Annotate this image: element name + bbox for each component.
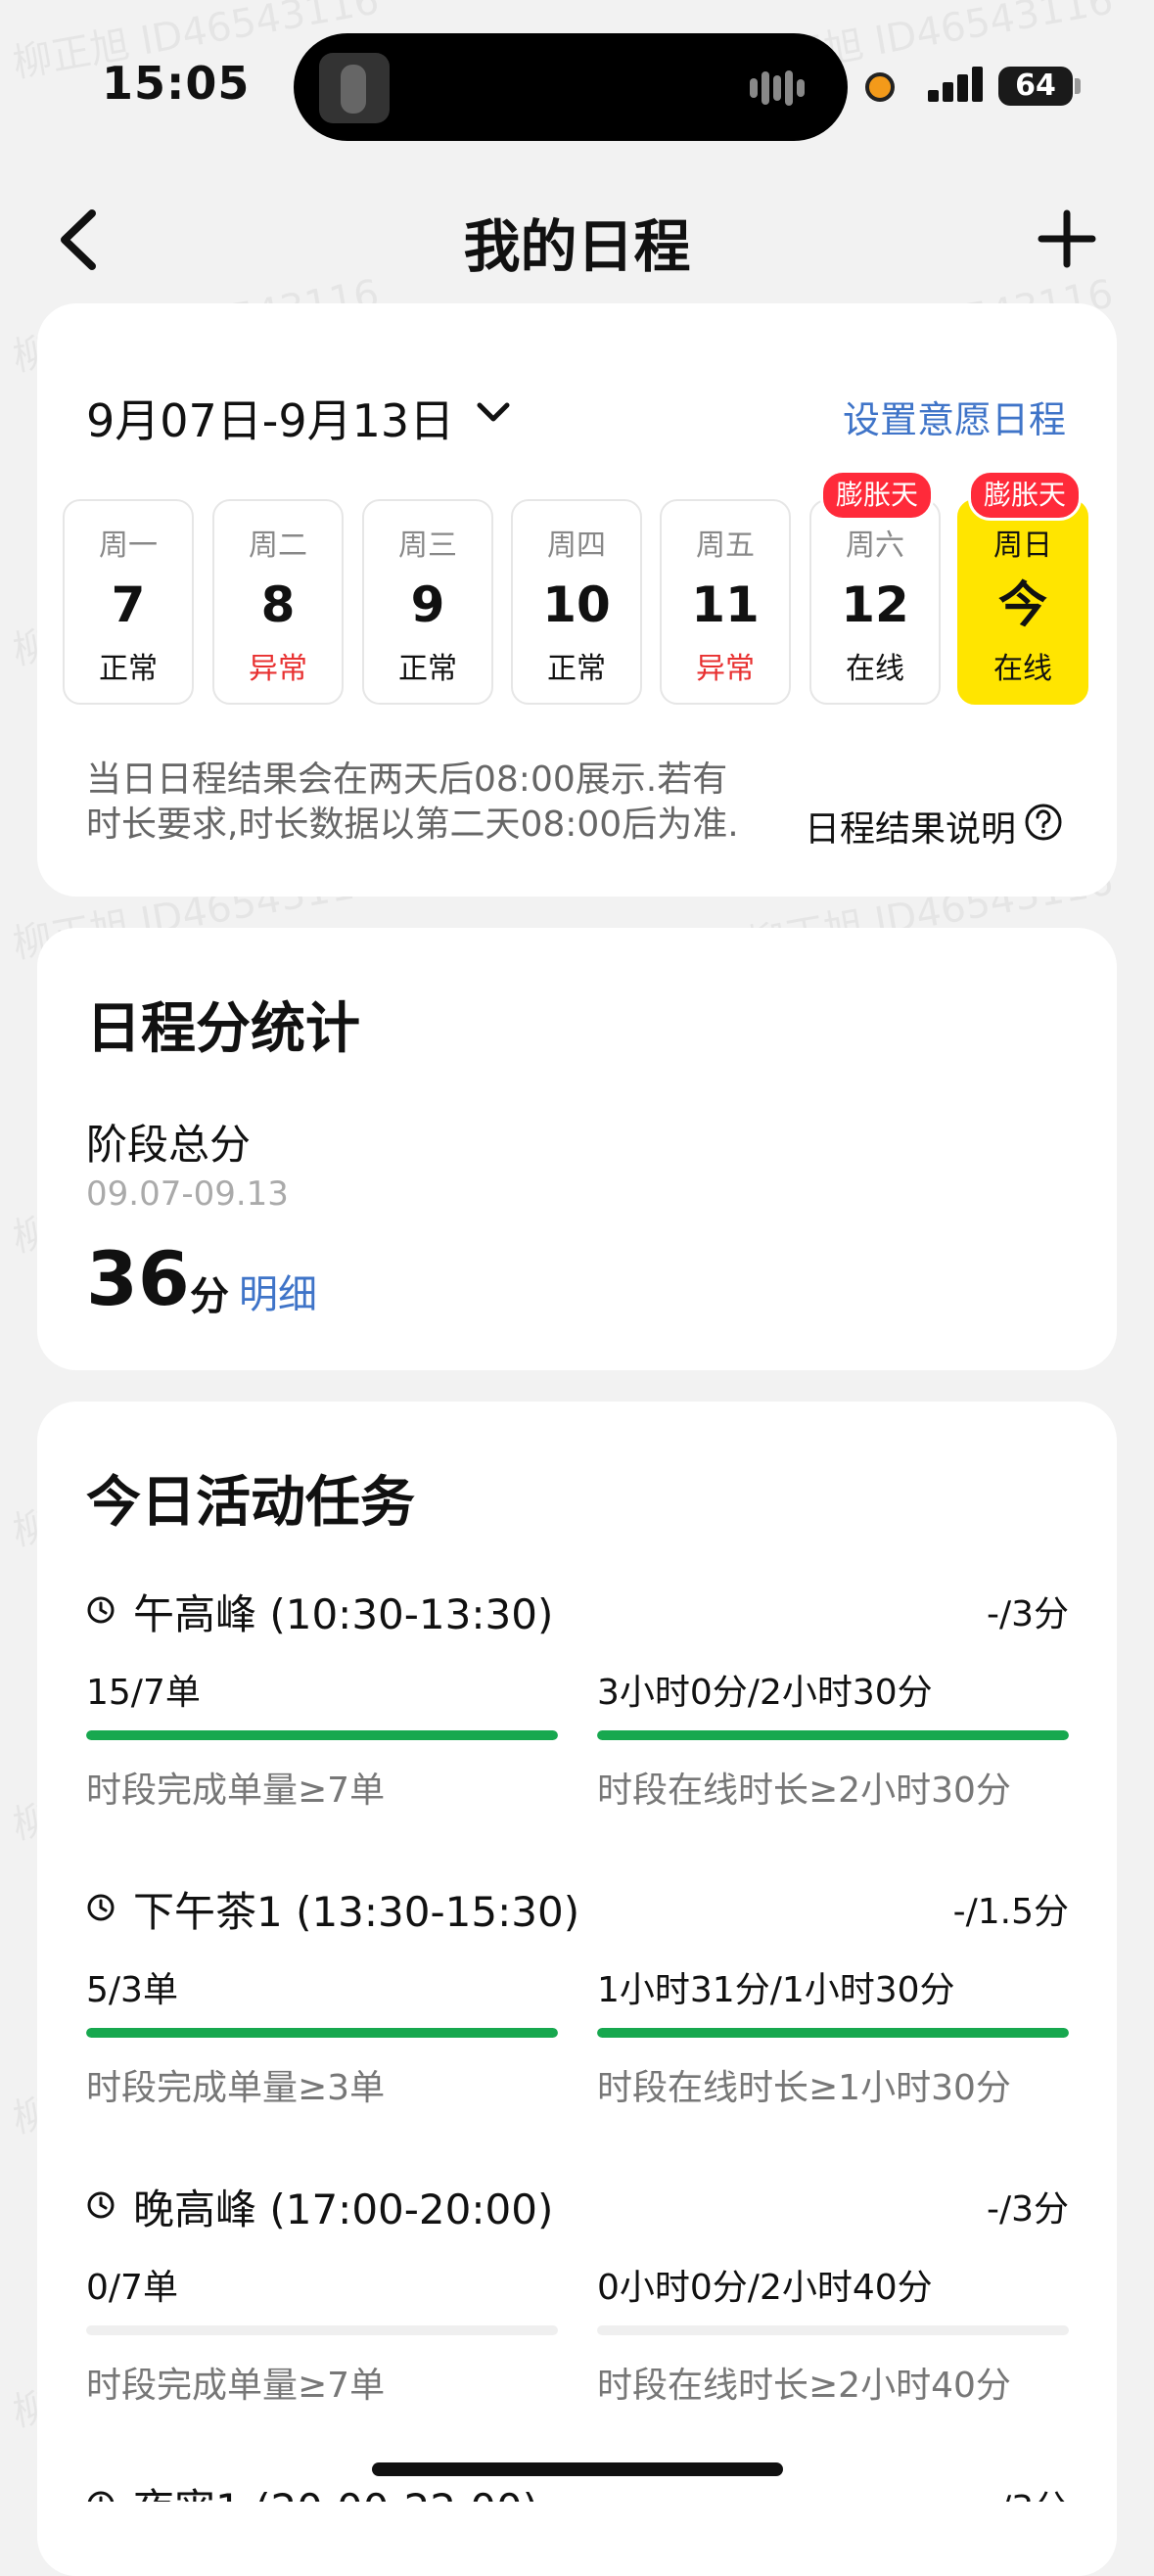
day-weekday: 周一 — [99, 529, 158, 563]
day-cell-sat[interactable]: 周六 12 在线 — [809, 499, 941, 705]
clock-icon — [87, 2191, 115, 2219]
day-status: 正常 — [547, 652, 606, 686]
day-date: 8 — [260, 576, 296, 633]
battery-tip — [1075, 78, 1081, 94]
result-explanation-link[interactable]: 日程结果说明 — [805, 801, 1016, 851]
task-score: -/3分 — [987, 2480, 1069, 2502]
day-date: 9 — [410, 576, 445, 633]
surge-day-badge: 膨胀天 — [820, 470, 934, 521]
online-value: 0小时0分/2小时40分 — [597, 2268, 933, 2308]
orders-progress-bar — [86, 2325, 558, 2335]
home-indicator[interactable] — [372, 2462, 783, 2476]
tasks-title: 今日活动任务 — [86, 1471, 415, 1535]
recording-indicator-icon — [865, 72, 895, 102]
clock-icon — [87, 2491, 115, 2502]
set-preferred-schedule-link[interactable]: 设置意愿日程 — [843, 390, 1066, 443]
dynamic-island[interactable] — [294, 33, 848, 141]
day-date: 7 — [111, 576, 146, 633]
day-status: 在线 — [993, 652, 1052, 686]
day-status: 正常 — [99, 652, 158, 686]
day-status: 异常 — [696, 652, 755, 686]
task-score: -/3分 — [986, 1594, 1069, 1634]
day-weekday: 周二 — [249, 529, 307, 563]
chevron-down-icon[interactable] — [474, 397, 513, 427]
day-weekday: 周四 — [547, 529, 606, 563]
day-cell-thu[interactable]: 周四 10 正常 — [511, 499, 642, 705]
day-cell-wed[interactable]: 周三 9 正常 — [362, 499, 493, 705]
add-schedule-button[interactable] — [1038, 209, 1096, 268]
task-name: 夜宵1 (20:00-22:00) — [133, 2476, 538, 2502]
schedule-notice: 当日日程结果会在两天后08:00展示.若有 时长要求,时长数据以第二天08:00… — [86, 758, 791, 848]
orders-progress-bar — [86, 1730, 558, 1740]
day-cell-fri[interactable]: 周五 11 异常 — [660, 499, 791, 705]
period-range: 09.07-09.13 — [86, 1174, 289, 1214]
period-total-label: 阶段总分 — [86, 1121, 252, 1169]
day-cell-sun-today[interactable]: 周日 今 在线 — [957, 499, 1088, 705]
orders-value: 0/7单 — [86, 2268, 178, 2308]
now-playing-artwork-icon — [319, 53, 390, 123]
online-value: 3小时0分/2小时30分 — [597, 1673, 933, 1713]
battery-icon: 64 — [998, 67, 1073, 106]
day-weekday: 周三 — [398, 529, 457, 563]
task-item: 晚高峰 (17:00-20:00) -/3分 0/7单 0小时0分/2小时40分… — [86, 2177, 1069, 2412]
task-name: 下午茶1 (13:30-15:30) — [133, 1888, 580, 1936]
plus-icon — [1038, 209, 1096, 268]
clock-icon — [87, 1894, 115, 1921]
orders-condition: 时段完成单量≥7单 — [86, 1771, 386, 1811]
day-cell-tue[interactable]: 周二 8 异常 — [212, 499, 344, 705]
orders-value: 5/3单 — [86, 1970, 178, 2010]
day-date: 12 — [841, 576, 909, 633]
day-weekday: 周五 — [696, 529, 755, 563]
orders-progress-bar — [86, 2028, 558, 2038]
score-detail-link[interactable]: 明细 — [239, 1263, 317, 1319]
day-status: 在线 — [846, 652, 904, 686]
audio-waveform-icon — [750, 70, 818, 106]
orders-value: 15/7单 — [86, 1673, 201, 1713]
online-condition: 时段在线时长≥2小时40分 — [597, 2366, 1011, 2406]
online-progress-bar — [597, 2028, 1069, 2038]
day-status: 正常 — [398, 652, 457, 686]
week-range-selector[interactable]: 9月07日-9月13日 — [86, 386, 454, 450]
question-circle-icon[interactable] — [1024, 803, 1063, 842]
online-condition: 时段在线时长≥2小时30分 — [597, 1771, 1011, 1811]
day-cell-mon[interactable]: 周一 7 正常 — [63, 499, 194, 705]
task-name: 晚高峰 (17:00-20:00) — [133, 2185, 554, 2233]
page-title: 我的日程 — [463, 213, 691, 280]
online-condition: 时段在线时长≥1小时30分 — [597, 2068, 1011, 2108]
score-unit: 分 — [190, 1274, 229, 1319]
status-time: 15:05 — [102, 57, 251, 110]
notice-line: 时长要求,时长数据以第二天08:00后为准. — [86, 805, 739, 845]
task-score: -/1.5分 — [952, 1892, 1069, 1932]
day-weekday: 周六 — [846, 529, 904, 563]
day-date: 10 — [542, 576, 611, 633]
task-name: 午高峰 (10:30-13:30) — [133, 1590, 554, 1638]
day-date: 11 — [691, 576, 760, 633]
cellular-signal-icon — [928, 63, 987, 102]
task-item: 夜宵1 (20:00-22:00) -/3分 — [86, 2476, 1069, 2502]
online-value: 1小时31分/1小时30分 — [597, 1970, 955, 2010]
day-weekday: 周日 — [993, 529, 1052, 563]
task-item: 午高峰 (10:30-13:30) -/3分 15/7单 3小时0分/2小时30… — [86, 1582, 1069, 1817]
notice-line: 当日日程结果会在两天后08:00展示.若有 — [86, 759, 728, 800]
orders-condition: 时段完成单量≥3单 — [86, 2068, 386, 2108]
task-item: 下午茶1 (13:30-15:30) -/1.5分 5/3单 1小时31分/1小… — [86, 1879, 1069, 2114]
clock-icon — [87, 1596, 115, 1624]
online-progress-bar — [597, 1730, 1069, 1740]
task-score: -/3分 — [986, 2189, 1069, 2230]
surge-day-badge: 膨胀天 — [968, 470, 1082, 521]
day-status: 异常 — [249, 652, 307, 686]
stats-title: 日程分统计 — [86, 997, 360, 1061]
total-score: 36 — [86, 1235, 190, 1322]
orders-condition: 时段完成单量≥7单 — [86, 2366, 386, 2406]
day-date: 今 — [998, 576, 1047, 633]
online-progress-bar — [597, 2325, 1069, 2335]
